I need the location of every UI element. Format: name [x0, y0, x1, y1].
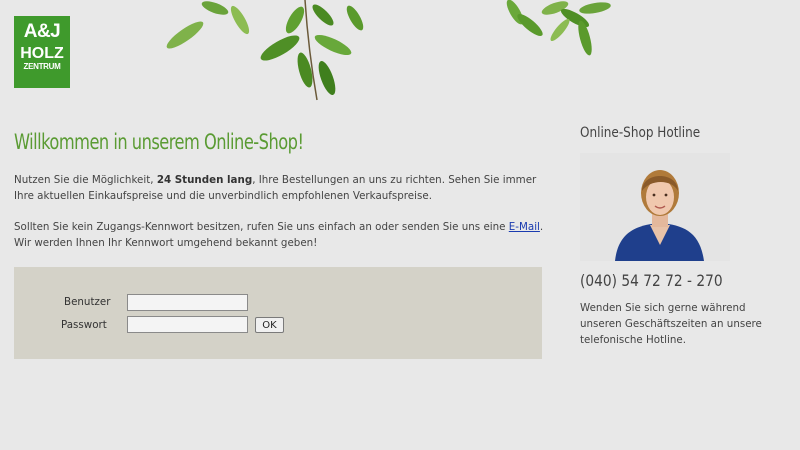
intro-bold: 24 Stunden lang	[156, 174, 253, 186]
ok-button[interactable]: OK	[255, 317, 284, 333]
logo-line3: ZENTRUM	[23, 62, 61, 71]
hotline-phone: (040) 54 72 72 - 270	[580, 271, 723, 290]
hotline-hint: Wenden Sie sich gerne während unseren Ge…	[580, 302, 762, 346]
password-label: Passwort	[61, 319, 107, 331]
logo[interactable]: A&J HOLZ ZENTRUM	[14, 16, 70, 88]
main-content: Willkommen in unserem Online-Shop! Nutze…	[14, 130, 544, 251]
logo-line1: A&J	[23, 21, 61, 42]
page-title: Willkommen in unserem Online-Shop!	[14, 130, 304, 154]
username-input[interactable]	[127, 294, 248, 311]
password-info-text: Sollten Sie kein Zugangs-Kennwort besitz…	[14, 221, 544, 249]
username-label: Benutzer	[64, 296, 111, 308]
leaves-decoration	[166, 0, 611, 101]
hotline-title: Online-Shop Hotline	[580, 125, 701, 141]
logo-line2: HOLZ	[20, 45, 64, 62]
intro-text: Nutzen Sie die Möglichkeit, 24 Stunden l…	[14, 174, 537, 202]
login-form: Benutzer Passwort OK	[14, 267, 542, 359]
email-link[interactable]: E-Mail	[509, 221, 540, 233]
password-input[interactable]	[127, 316, 248, 333]
hotline-photo	[580, 153, 730, 261]
hotline-sidebar: Online-Shop Hotline (040) 54 72 72 - 270…	[580, 125, 780, 348]
